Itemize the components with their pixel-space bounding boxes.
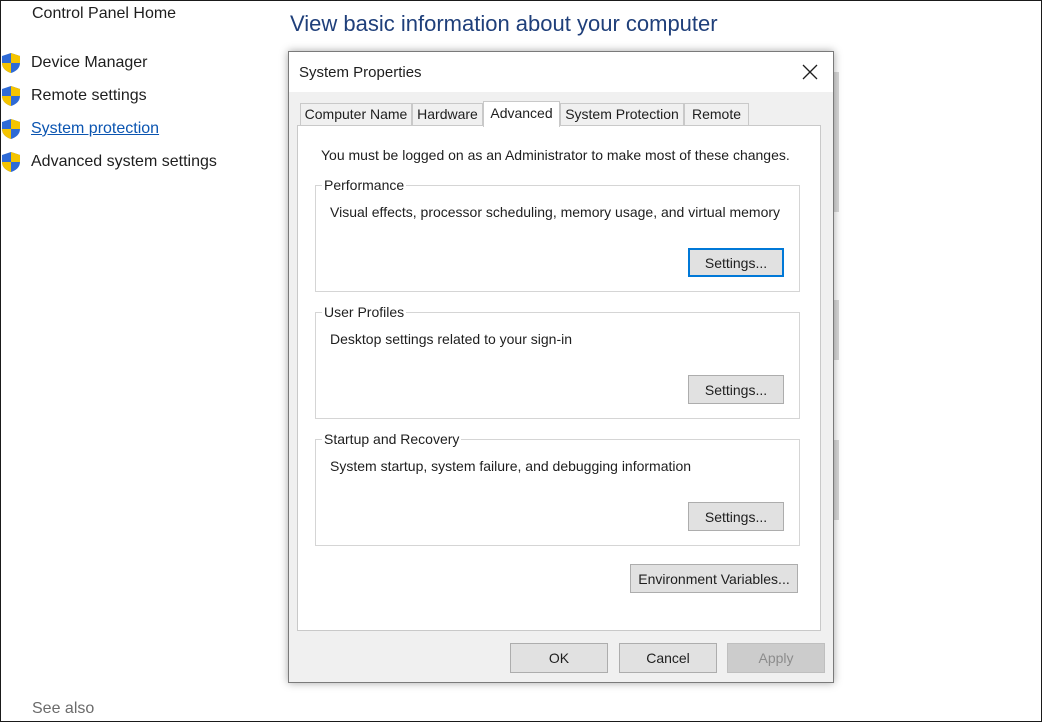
close-icon [802, 64, 818, 80]
system-properties-dialog: System Properties Computer Name Hardware… [288, 51, 834, 683]
nav-remote-settings[interactable]: Remote settings [0, 85, 147, 107]
tab-hardware[interactable]: Hardware [412, 103, 483, 125]
nav-advanced-system-settings[interactable]: Advanced system settings [0, 151, 217, 173]
advanced-tab-panel: You must be logged on as an Administrato… [297, 125, 821, 631]
ok-button[interactable]: OK [510, 643, 608, 673]
group-legend: Performance [322, 177, 407, 193]
admin-notice: You must be logged on as an Administrato… [321, 147, 790, 163]
group-description: System startup, system failure, and debu… [330, 458, 692, 474]
startup-recovery-group: Startup and Recovery System startup, sys… [315, 431, 800, 546]
nav-item-label: Device Manager [31, 54, 148, 71]
uac-shield-icon [2, 152, 20, 172]
tab-computer-name[interactable]: Computer Name [300, 103, 412, 125]
user-profiles-group: User Profiles Desktop settings related t… [315, 304, 800, 419]
performance-settings-button[interactable]: Settings... [688, 248, 784, 277]
background-edge [834, 72, 839, 212]
dialog-titlebar[interactable]: System Properties [289, 52, 833, 92]
nav-system-protection[interactable]: System protection [0, 118, 159, 140]
performance-group: Performance Visual effects, processor sc… [315, 177, 800, 292]
uac-shield-icon [2, 53, 20, 73]
nav-item-label: Remote settings [31, 87, 147, 104]
background-edge [834, 300, 839, 360]
tab-system-protection[interactable]: System Protection [560, 103, 684, 125]
group-legend: User Profiles [322, 304, 407, 320]
nav-item-label: System protection [31, 120, 160, 137]
group-legend: Startup and Recovery [322, 431, 462, 447]
tab-advanced[interactable]: Advanced [483, 101, 560, 127]
page-title: View basic information about your comput… [290, 11, 718, 36]
close-button[interactable] [795, 58, 825, 86]
uac-shield-icon [2, 119, 20, 139]
control-panel-home-link[interactable]: Control Panel Home [32, 5, 176, 23]
dialog-title: System Properties [299, 64, 422, 81]
see-also-heading: See also [32, 700, 95, 717]
group-description: Visual effects, processor scheduling, me… [330, 204, 781, 220]
cancel-button[interactable]: Cancel [619, 643, 717, 673]
group-description: Desktop settings related to your sign-in [330, 331, 573, 347]
background-edge [834, 440, 839, 520]
tab-remote[interactable]: Remote [684, 103, 749, 125]
environment-variables-button[interactable]: Environment Variables... [630, 564, 798, 593]
startup-recovery-settings-button[interactable]: Settings... [688, 502, 784, 531]
apply-button[interactable]: Apply [727, 643, 825, 673]
nav-item-label: Advanced system settings [31, 153, 217, 170]
user-profiles-settings-button[interactable]: Settings... [688, 375, 784, 404]
uac-shield-icon [2, 86, 20, 106]
nav-device-manager[interactable]: Device Manager [0, 52, 148, 74]
